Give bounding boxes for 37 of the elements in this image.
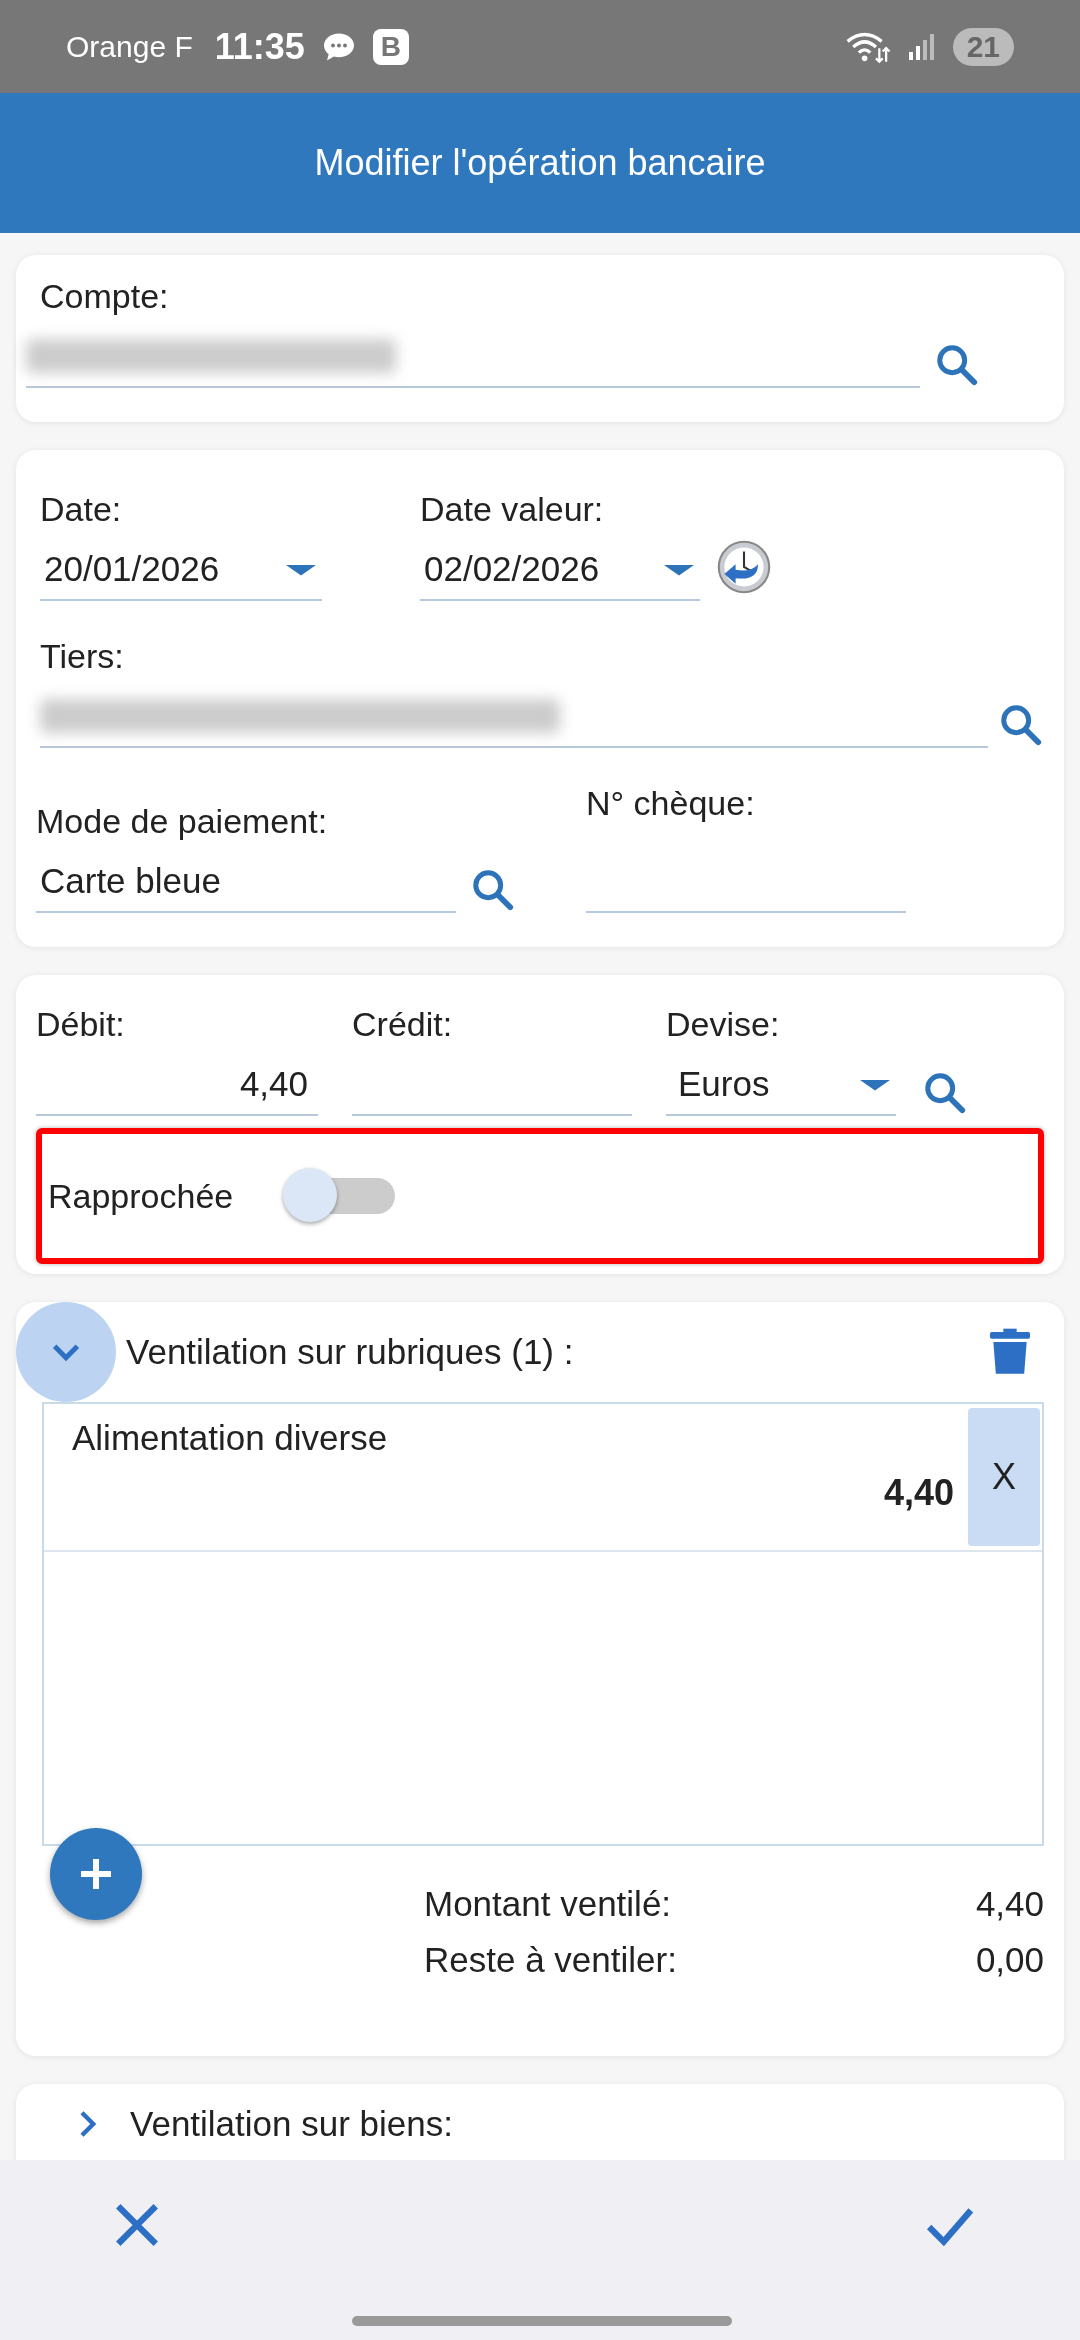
category-amount: 4,40: [883, 1471, 955, 1514]
field-label: Crédit:: [352, 1005, 454, 1044]
field-label: Date valeur:: [420, 490, 605, 529]
debit-field[interactable]: 4,40: [36, 1054, 318, 1116]
search-icon[interactable]: [934, 342, 980, 388]
clock-time: 11:35: [214, 25, 305, 68]
toggle-label: Rapprochée: [48, 1176, 234, 1216]
currency-field[interactable]: Euros: [666, 1054, 896, 1116]
carrier-name: Orange F: [66, 29, 193, 64]
field-label: Devise:: [666, 1005, 781, 1044]
summary-label: Reste à ventiler:: [424, 1940, 677, 1980]
section-title: Ventilation sur biens:: [130, 2104, 454, 2144]
field-label: N° chèque:: [586, 784, 756, 824]
remove-button[interactable]: X: [968, 1408, 1040, 1546]
signal-icon: [906, 31, 937, 62]
category-name[interactable]: Alimentation diverse: [44, 1404, 884, 1550]
field-label: Date:: [40, 490, 123, 529]
field-label: Compte:: [39, 277, 170, 316]
summary-label: Montant ventilé:: [424, 1884, 672, 1924]
app-badge: B: [372, 28, 409, 65]
delete-icon[interactable]: [990, 1327, 1030, 1377]
screen-title: Modifier l'opération bancaire: [0, 93, 1080, 233]
value-date-field[interactable]: 02/02/2026: [420, 539, 700, 601]
summary-value: 4,40: [975, 1884, 1044, 1924]
search-icon[interactable]: [922, 1070, 968, 1116]
date-field[interactable]: 20/01/2026: [40, 539, 322, 601]
battery-level: 21: [952, 27, 1014, 66]
field-label: Débit:: [36, 1005, 126, 1044]
field-label: Mode de paiement:: [36, 802, 329, 841]
section-title: Ventilation sur rubriques (1) :: [126, 1332, 575, 1372]
payment-mode-field[interactable]: Carte bleue: [36, 851, 456, 913]
summary-value: 0,00: [975, 1940, 1044, 1980]
add-button[interactable]: [50, 1828, 142, 1920]
clock-icon[interactable]: [716, 539, 772, 595]
field-label: Tiers:: [40, 637, 125, 676]
search-icon[interactable]: [998, 702, 1044, 748]
search-icon[interactable]: [470, 867, 516, 913]
